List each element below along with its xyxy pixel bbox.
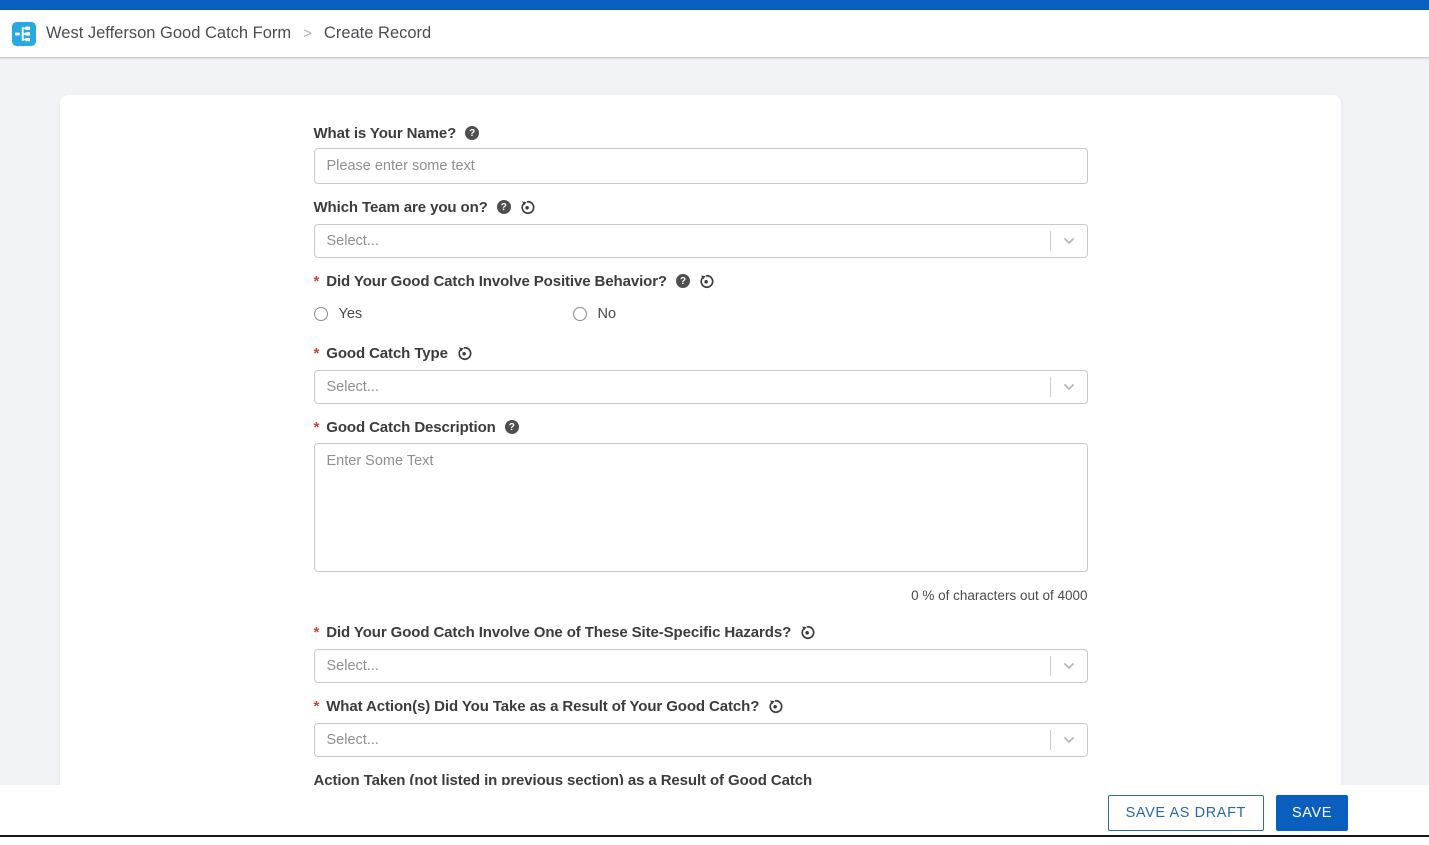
- required-marker: *: [314, 345, 320, 362]
- character-counter: 0 % of characters out of 4000: [314, 589, 1088, 602]
- save-button[interactable]: SAVE: [1276, 795, 1348, 831]
- select-placeholder: Select...: [315, 732, 1050, 748]
- bottom-window-edge: [0, 835, 1429, 837]
- good-catch-type-select[interactable]: Select...: [314, 370, 1088, 404]
- positive-behavior-radio-group: Yes No: [314, 306, 1088, 322]
- hazards-select[interactable]: Select...: [314, 649, 1088, 683]
- help-icon[interactable]: ?: [465, 126, 479, 140]
- reset-field-icon[interactable]: [520, 200, 535, 215]
- header: West Jefferson Good Catch Form > Create …: [0, 10, 1429, 58]
- field-label-row: What is Your Name? ?: [314, 125, 1088, 141]
- radio-option-no[interactable]: No: [573, 306, 832, 322]
- field-label: Did Your Good Catch Involve One of These…: [326, 624, 791, 641]
- description-textarea[interactable]: [314, 443, 1088, 572]
- top-accent-bar: [0, 0, 1429, 10]
- chevron-down-icon: [1051, 234, 1087, 248]
- name-input[interactable]: [314, 148, 1088, 184]
- actions-select[interactable]: Select...: [314, 723, 1088, 757]
- help-icon[interactable]: ?: [676, 274, 690, 288]
- radio-option-yes[interactable]: Yes: [314, 306, 573, 322]
- required-marker: *: [314, 624, 320, 641]
- chevron-down-icon: [1051, 380, 1087, 394]
- select-placeholder: Select...: [315, 379, 1050, 395]
- field-label-row: * Did Your Good Catch Involve One of The…: [314, 624, 1088, 640]
- field-label: What Action(s) Did You Take as a Result …: [326, 698, 759, 715]
- reset-field-icon[interactable]: [699, 274, 714, 289]
- select-placeholder: Select...: [315, 233, 1050, 249]
- breadcrumb-page-title: Create Record: [324, 24, 431, 43]
- radio-label: Yes: [339, 306, 363, 322]
- breadcrumb-app-title[interactable]: West Jefferson Good Catch Form: [46, 24, 291, 43]
- help-icon[interactable]: ?: [497, 200, 511, 214]
- required-marker: *: [314, 419, 320, 436]
- radio-button-icon[interactable]: [314, 307, 328, 321]
- required-marker: *: [314, 273, 320, 290]
- chevron-down-icon: [1051, 733, 1087, 747]
- field-label: What is Your Name?: [314, 125, 457, 142]
- form-card: What is Your Name? ? Which Team are you …: [60, 95, 1341, 845]
- field-label-row: * Good Catch Description ?: [314, 419, 1088, 435]
- field-label-row: * Good Catch Type: [314, 345, 1088, 361]
- team-select[interactable]: Select...: [314, 224, 1088, 258]
- reset-field-icon[interactable]: [768, 699, 783, 714]
- breadcrumb-separator: >: [303, 25, 312, 42]
- radio-button-icon[interactable]: [573, 307, 587, 321]
- field-label: Good Catch Description: [326, 419, 495, 436]
- chevron-down-icon: [1051, 659, 1087, 673]
- app-logo-icon: [12, 22, 36, 46]
- field-label: Which Team are you on?: [314, 199, 488, 216]
- field-label-row: * What Action(s) Did You Take as a Resul…: [314, 698, 1088, 714]
- field-label-row: * Did Your Good Catch Involve Positive B…: [314, 273, 1088, 289]
- required-marker: *: [314, 698, 320, 715]
- radio-label: No: [598, 306, 617, 322]
- create-record-form: What is Your Name? ? Which Team are you …: [314, 95, 1088, 831]
- reset-field-icon[interactable]: [457, 346, 472, 361]
- reset-field-icon[interactable]: [800, 625, 815, 640]
- help-icon[interactable]: ?: [505, 420, 519, 434]
- field-label: Did Your Good Catch Involve Positive Beh…: [326, 273, 667, 290]
- save-as-draft-button[interactable]: SAVE AS DRAFT: [1108, 795, 1264, 831]
- select-placeholder: Select...: [315, 658, 1050, 674]
- field-label-row: Which Team are you on? ?: [314, 199, 1088, 215]
- field-label: Good Catch Type: [326, 345, 448, 362]
